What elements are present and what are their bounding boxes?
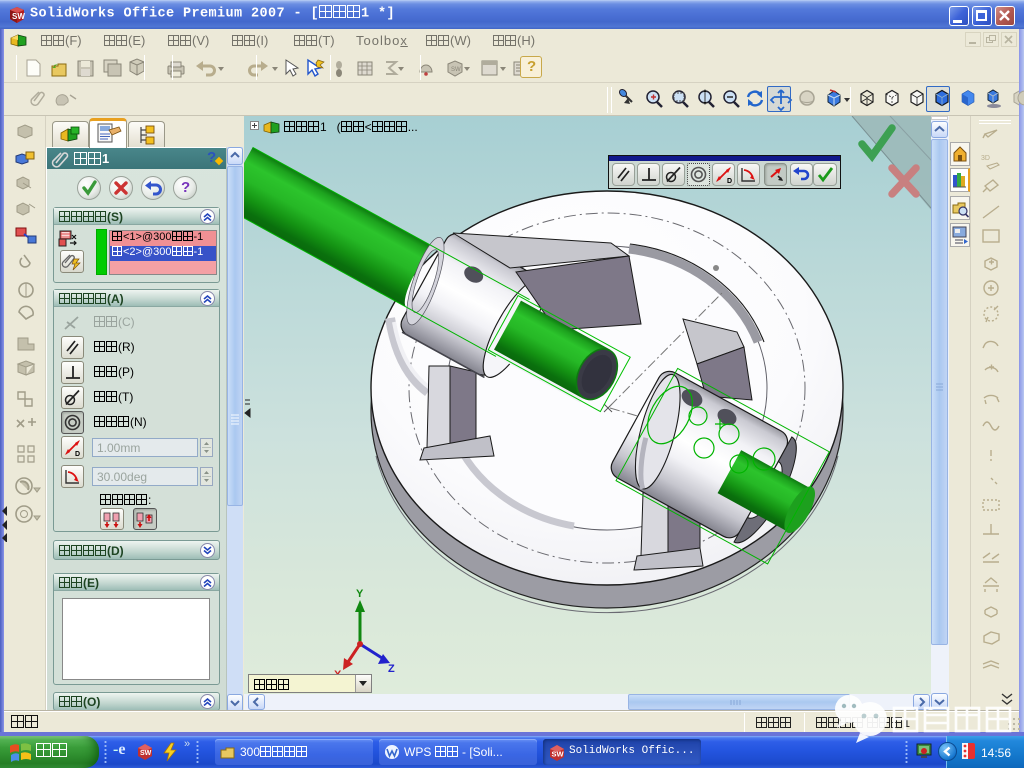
svg-text:3D: 3D bbox=[981, 155, 990, 162]
svg-text:SW: SW bbox=[451, 67, 461, 73]
svg-text:SW: SW bbox=[552, 750, 565, 759]
svg-text:SW: SW bbox=[140, 750, 152, 757]
svg-text:SW: SW bbox=[12, 12, 25, 21]
svg-text:Y: Y bbox=[356, 588, 364, 600]
svg-text:D: D bbox=[727, 178, 732, 185]
svg-text:D: D bbox=[75, 451, 80, 458]
svg-text:Z: Z bbox=[388, 663, 395, 675]
